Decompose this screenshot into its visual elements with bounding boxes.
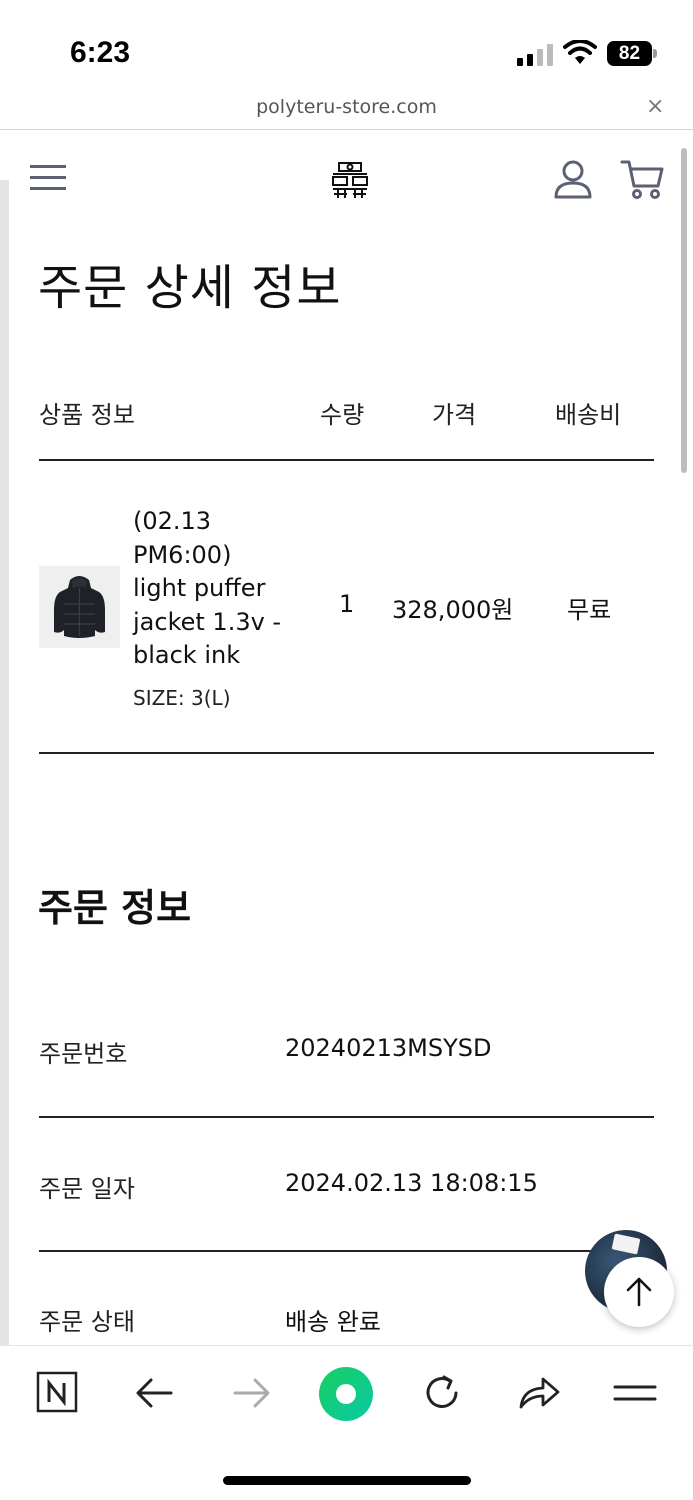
order-number-value: 20240213MSYSD	[285, 1034, 492, 1062]
product-name-line: light puffer	[133, 574, 266, 602]
cellular-signal-icon	[517, 44, 553, 66]
order-number-label: 주문번호	[39, 1040, 128, 1068]
table-bottom-divider	[39, 752, 654, 754]
scroll-to-top-button[interactable]	[604, 1257, 674, 1327]
close-icon[interactable]: ×	[646, 94, 664, 119]
status-time: 6:23	[70, 36, 131, 69]
url-text[interactable]: polyteru-store.com	[0, 96, 693, 118]
home-indicator[interactable]	[223, 1476, 471, 1485]
product-name-line: jacket 1.3v -	[133, 607, 282, 636]
column-header-quantity: 수량	[320, 401, 365, 429]
battery-icon: 82	[607, 41, 657, 66]
product-thumbnail[interactable]	[39, 566, 120, 648]
order-status-label: 주문 상태	[39, 1308, 135, 1336]
product-quantity: 1	[339, 590, 355, 618]
share-icon[interactable]	[517, 1371, 561, 1415]
polyteru-logo-icon[interactable]	[330, 160, 370, 200]
product-option: SIZE: 3(L)	[133, 686, 231, 710]
forward-arrow-icon[interactable]	[229, 1371, 273, 1415]
product-name-line: (02.13	[133, 507, 212, 535]
cart-icon[interactable]	[620, 158, 666, 200]
user-icon[interactable]	[552, 158, 594, 200]
menu-icon[interactable]	[613, 1371, 657, 1415]
product-name[interactable]: (02.13 PM6:00) light puffer jacket 1.3v …	[133, 505, 308, 673]
naver-home-icon[interactable]	[36, 1371, 80, 1415]
status-bar: 6:23 82	[0, 0, 693, 90]
order-date-label: 주문 일자	[39, 1175, 135, 1203]
row-divider	[39, 1116, 654, 1118]
back-arrow-icon[interactable]	[133, 1371, 177, 1415]
scrollbar-thumb[interactable]	[681, 148, 687, 473]
column-header-price: 가격	[432, 401, 477, 429]
product-shipping: 무료	[567, 596, 612, 624]
wifi-icon	[563, 40, 597, 64]
battery-level: 82	[607, 41, 652, 66]
product-name-line: black ink	[133, 641, 241, 669]
arrow-up-icon	[626, 1277, 652, 1307]
order-status-value: 배송 완료	[285, 1308, 381, 1336]
column-header-shipping: 배송비	[555, 401, 622, 429]
order-date-value: 2024.02.13 18:08:15	[285, 1169, 538, 1197]
table-header-divider	[39, 459, 654, 461]
product-name-line: PM6:00)	[133, 540, 232, 569]
hamburger-menu-icon[interactable]	[30, 163, 66, 191]
product-price: 328,000원	[392, 596, 514, 624]
reload-icon[interactable]	[420, 1371, 464, 1415]
row-divider	[39, 1250, 654, 1252]
green-dot-icon[interactable]	[318, 1366, 374, 1422]
order-info-title: 주문 정보	[38, 886, 192, 930]
column-header-product: 상품 정보	[39, 401, 135, 429]
page-left-gutter	[0, 180, 9, 1345]
page-title: 주문 상세 정보	[38, 260, 342, 316]
browser-url-bar[interactable]: polyteru-store.com ×	[0, 90, 693, 130]
